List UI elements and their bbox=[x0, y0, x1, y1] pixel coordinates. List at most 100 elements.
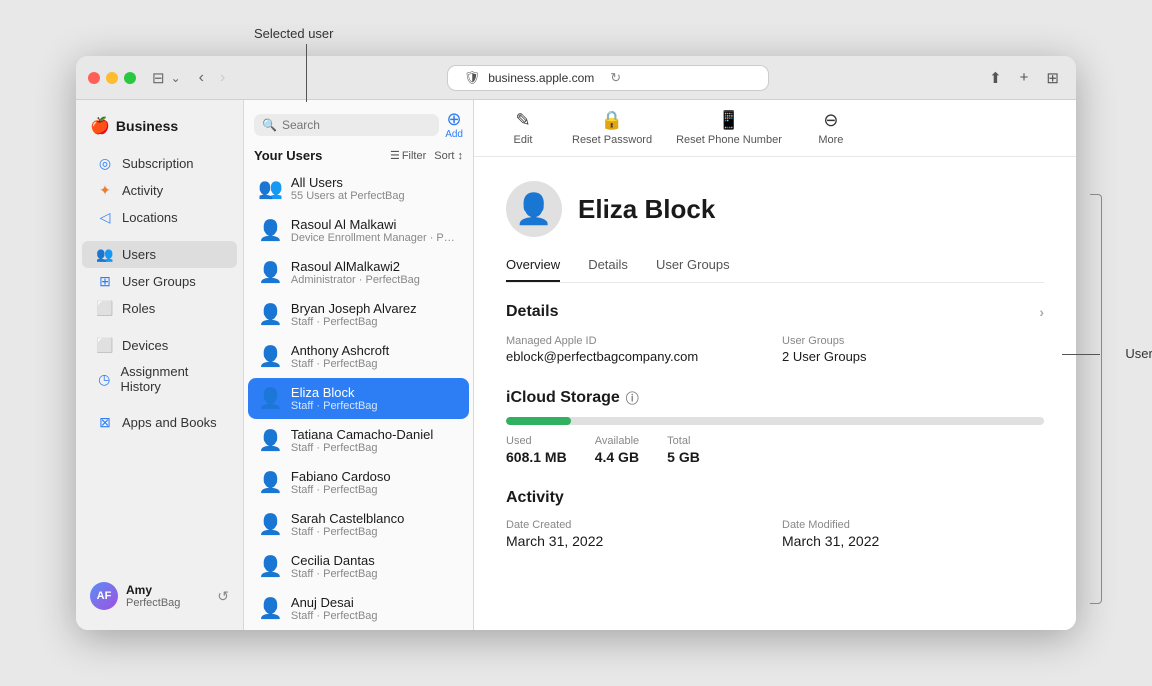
detail-content: 👤 Eliza Block Overview Details User Grou… bbox=[474, 157, 1076, 573]
details-grid: Managed Apple ID eblock@perfectbagcompan… bbox=[506, 335, 1044, 364]
reset-phone-button[interactable]: 📱 Reset Phone Number bbox=[676, 110, 782, 146]
user-avatar-small: AF bbox=[90, 582, 118, 610]
search-input[interactable] bbox=[282, 118, 431, 132]
user-info: Anthony Ashcroft Staff · PerfectBag bbox=[291, 343, 459, 370]
apple-icon: 🍎 bbox=[90, 116, 110, 136]
list-item[interactable]: 👤 Anuj Desai Staff · PerfectBag bbox=[248, 588, 469, 629]
annotation-user-details: User details bbox=[1125, 346, 1152, 361]
sidebar-user-info: Amy PerfectBag bbox=[126, 583, 209, 609]
your-users-title: Your Users bbox=[254, 148, 322, 163]
sidebar-item-users[interactable]: 👥 Users bbox=[82, 241, 237, 268]
list-item[interactable]: 👤 Fabiano Cardoso Staff · PerfectBag bbox=[248, 462, 469, 503]
close-button[interactable] bbox=[88, 72, 100, 84]
more-icon: ⊖ bbox=[823, 110, 838, 131]
add-button[interactable]: ⊕ Add bbox=[445, 110, 463, 140]
list-item[interactable]: 👤 Rasoul AlMalkawi2 Administrator · Perf… bbox=[248, 252, 469, 293]
list-item[interactable]: 👤 Sarah Castelblanco Staff · PerfectBag bbox=[248, 504, 469, 545]
total-stat: Total 5 GB bbox=[667, 435, 700, 465]
edit-icon: ✎ bbox=[515, 110, 530, 131]
sidebar-item-label: Activity bbox=[122, 183, 163, 198]
info-icon[interactable]: ⓘ bbox=[626, 388, 639, 407]
tab-overview-button[interactable]: ⊞ bbox=[1041, 67, 1064, 89]
roles-icon: ⬜ bbox=[96, 300, 114, 317]
user-item-all-users[interactable]: 👥 All Users 55 Users at PerfectBag bbox=[248, 168, 469, 209]
sidebar-item-subscription[interactable]: ◎ Subscription bbox=[82, 150, 237, 177]
storage-bar-used bbox=[506, 417, 571, 425]
sidebar-toggle[interactable]: ⊟ ⌄ bbox=[152, 69, 181, 87]
assignment-icon: ◷ bbox=[96, 371, 112, 388]
user-info: Anuj Desai Staff · PerfectBag bbox=[291, 595, 459, 622]
user-icon: 👤 bbox=[258, 470, 283, 495]
sidebar-item-label: Users bbox=[122, 247, 156, 262]
sidebar-user-settings-icon[interactable]: ↺ bbox=[217, 588, 229, 605]
user-groups-field: User Groups 2 User Groups bbox=[782, 335, 1044, 364]
fullscreen-button[interactable] bbox=[124, 72, 136, 84]
filter-button[interactable]: ☰ Filter bbox=[390, 149, 426, 162]
date-modified-field: Date Modified March 31, 2022 bbox=[782, 519, 1044, 549]
avatar-icon: 👤 bbox=[515, 192, 552, 227]
user-icon: 👤 bbox=[258, 302, 283, 327]
sidebar-item-activity[interactable]: ✦ Activity bbox=[82, 177, 237, 204]
icloud-storage-section: iCloud Storage ⓘ Used 608.1 MB bbox=[506, 388, 1044, 465]
locations-icon: ◁ bbox=[96, 209, 114, 226]
user-item-eliza-block[interactable]: 👤 Eliza Block Staff · PerfectBag bbox=[248, 378, 469, 419]
date-created-field: Date Created March 31, 2022 bbox=[506, 519, 768, 549]
list-item[interactable]: 👤 Cecilia Dantas Staff · PerfectBag bbox=[248, 546, 469, 587]
app-body: 🍎 Business ◎ Subscription ✦ Activity ◁ L… bbox=[76, 100, 1076, 630]
list-item[interactable]: 👤 Rasoul Al Malkawi Device Enrollment Ma… bbox=[248, 210, 469, 251]
reload-icon[interactable]: ↻ bbox=[610, 70, 621, 86]
list-controls: ☰ Filter Sort ↕ bbox=[390, 149, 463, 162]
app-window: ⊟ ⌄ ‹ › 🛡 business.apple.com ↻ ⬆ + ⊞ bbox=[76, 56, 1076, 630]
address-bar[interactable]: 🛡 business.apple.com ↻ bbox=[448, 66, 768, 90]
user-icon: 👤 bbox=[258, 218, 283, 243]
user-info: Eliza Block Staff · PerfectBag bbox=[291, 385, 459, 412]
share-button[interactable]: ⬆ bbox=[984, 67, 1007, 89]
sidebar-item-label: Assignment History bbox=[120, 364, 223, 394]
sidebar-item-user-groups[interactable]: ⊞ User Groups bbox=[82, 268, 237, 295]
user-details-bracket bbox=[1090, 194, 1102, 604]
user-fullname: Eliza Block bbox=[578, 194, 715, 225]
sidebar: 🍎 Business ◎ Subscription ✦ Activity ◁ L… bbox=[76, 100, 244, 630]
sidebar-item-assignment-history[interactable]: ◷ Assignment History bbox=[82, 359, 237, 399]
tab-user-groups[interactable]: User Groups bbox=[656, 257, 730, 282]
sort-button[interactable]: Sort ↕ bbox=[434, 150, 463, 162]
user-info: Tatiana Camacho-Daniel Staff · PerfectBa… bbox=[291, 427, 459, 454]
more-button[interactable]: ⊖ More bbox=[806, 110, 856, 146]
tab-details[interactable]: Details bbox=[588, 257, 628, 282]
sidebar-item-label: Subscription bbox=[122, 156, 194, 171]
user-icon: 👤 bbox=[258, 554, 283, 579]
titlebar-right: ⬆ + ⊞ bbox=[984, 67, 1064, 89]
search-icon: 🔍 bbox=[262, 118, 277, 132]
user-info: Sarah Castelblanco Staff · PerfectBag bbox=[291, 511, 459, 538]
user-info: Fabiano Cardoso Staff · PerfectBag bbox=[291, 469, 459, 496]
subscription-icon: ◎ bbox=[96, 155, 114, 172]
user-icon: 👤 bbox=[258, 512, 283, 537]
tab-overview[interactable]: Overview bbox=[506, 257, 560, 282]
chevron-right-icon: › bbox=[1039, 304, 1044, 320]
back-button[interactable]: ‹ bbox=[193, 67, 210, 89]
list-item[interactable]: 👤 Bryan Joseph Alvarez Staff · PerfectBa… bbox=[248, 294, 469, 335]
sidebar-item-label: Devices bbox=[122, 338, 168, 353]
minimize-button[interactable] bbox=[106, 72, 118, 84]
reset-password-button[interactable]: 🔒 Reset Password bbox=[572, 110, 652, 146]
user-group-icon: 👥 bbox=[258, 176, 283, 201]
sidebar-item-locations[interactable]: ◁ Locations bbox=[82, 204, 237, 231]
sidebar-item-apps-and-books[interactable]: ⊠ Apps and Books bbox=[82, 409, 237, 436]
list-item[interactable]: 👤 Tatiana Camacho-Daniel Staff · Perfect… bbox=[248, 420, 469, 461]
used-stat: Used 608.1 MB bbox=[506, 435, 567, 465]
lock-icon: 🔒 bbox=[601, 110, 623, 131]
sidebar-item-roles[interactable]: ⬜ Roles bbox=[82, 295, 237, 322]
user-icon: 👤 bbox=[258, 344, 283, 369]
detail-panel: ✎ Edit 🔒 Reset Password 📱 Reset Phone Nu… bbox=[474, 100, 1076, 630]
list-item[interactable]: 👤 Anthony Ashcroft Staff · PerfectBag bbox=[248, 336, 469, 377]
sidebar-item-devices[interactable]: ⬜ Devices bbox=[82, 332, 237, 359]
devices-icon: ⬜ bbox=[96, 337, 114, 354]
detail-tabs: Overview Details User Groups bbox=[506, 257, 1044, 283]
new-tab-button[interactable]: + bbox=[1015, 67, 1034, 88]
edit-button[interactable]: ✎ Edit bbox=[498, 110, 548, 146]
user-groups-icon: ⊞ bbox=[96, 273, 114, 290]
sidebar-item-label: Roles bbox=[122, 301, 155, 316]
forward-button[interactable]: › bbox=[214, 67, 231, 89]
search-bar[interactable]: 🔍 bbox=[254, 114, 439, 136]
app-logo: 🍎 Business bbox=[76, 112, 243, 150]
